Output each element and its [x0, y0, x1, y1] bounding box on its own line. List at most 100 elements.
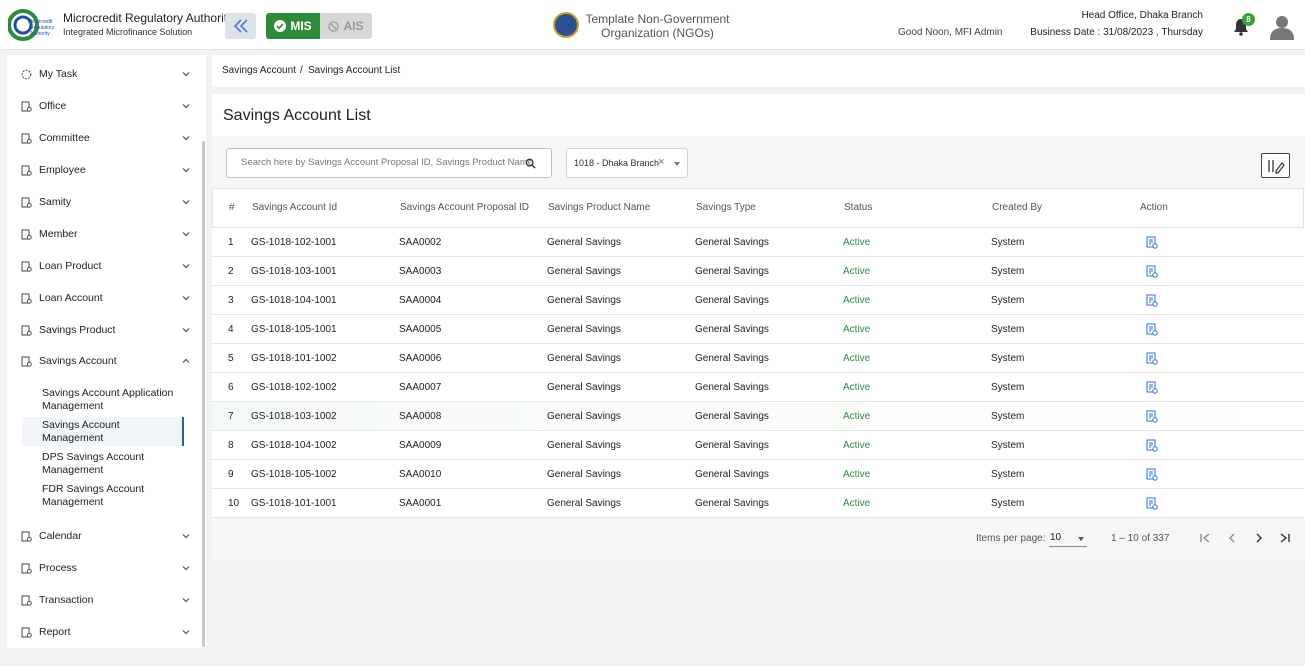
breadcrumb-parent[interactable]: Savings Account: [222, 65, 296, 76]
sidebar-item-report[interactable]: Report: [21, 622, 191, 642]
first-page-button[interactable]: [1197, 530, 1213, 546]
sidebar-item-office[interactable]: Office: [21, 96, 191, 116]
brand-subtitle: Integrated Microfinance Solution: [63, 27, 193, 37]
cell-savings-type: General Savings: [695, 469, 769, 480]
column-header-status[interactable]: Status: [844, 202, 872, 213]
table-row[interactable]: 5 GS-1018-101-1002 SAA0006 General Savings G…: [212, 344, 1304, 373]
table-row[interactable]: 8 GS-1018-104-1002 SAA0009 General Savings G…: [212, 431, 1304, 460]
column-settings-button[interactable]: [1261, 153, 1290, 178]
chevron-down-icon: [182, 136, 190, 141]
mis-toggle-button[interactable]: MIS: [266, 13, 320, 39]
column-header-savings-type[interactable]: Savings Type: [696, 202, 756, 213]
cell-product-name: General Savings: [547, 382, 621, 393]
sidebar-subitem-2[interactable]: Savings Account Management: [22, 417, 184, 446]
cell-created-by: System: [991, 266, 1025, 277]
items-per-page-value: 10: [1050, 532, 1062, 543]
sidebar-item-my-task[interactable]: My Task: [21, 64, 191, 84]
cell-proposal-id: SAA0009: [399, 440, 442, 451]
table-row[interactable]: 4 GS-1018-105-1001 SAA0005 General Savings G…: [212, 315, 1304, 344]
sidebar-subitem-1[interactable]: Savings Account Application Management: [22, 385, 184, 414]
branch-filter-select[interactable]: 1018 - Dhaka Branch ×: [566, 148, 688, 178]
previous-page-button[interactable]: [1224, 530, 1240, 546]
sidebar-item-savings-product[interactable]: Savings Product: [21, 320, 191, 340]
ais-toggle-button[interactable]: AIS: [320, 13, 372, 39]
sidebar-item-process[interactable]: Process: [21, 558, 191, 578]
collapse-sidebar-button[interactable]: [225, 13, 256, 39]
view-details-icon[interactable]: [1146, 352, 1158, 365]
sidebar-item-loan-account[interactable]: Loan Account: [21, 288, 191, 308]
column-header-created-by[interactable]: Created By: [992, 202, 1042, 213]
chevron-down-icon: [182, 104, 190, 109]
committee-icon: [21, 133, 32, 144]
sidebar-subitem-3[interactable]: DPS Savings Account Management: [22, 449, 184, 478]
sidebar-item-samity[interactable]: Samity: [21, 192, 191, 212]
cell-proposal-id: SAA0006: [399, 353, 442, 364]
view-details-icon[interactable]: [1146, 265, 1158, 278]
cell-product-name: General Savings: [547, 237, 621, 248]
table-row[interactable]: 1 GS-1018-102-1001 SAA0002 General Savings G…: [212, 228, 1304, 257]
view-details-icon[interactable]: [1146, 236, 1158, 249]
last-page-button[interactable]: [1277, 530, 1293, 546]
cell-row-index: 2: [228, 266, 234, 277]
column-header-proposal-id[interactable]: Savings Account Proposal ID: [400, 202, 529, 213]
cell-product-name: General Savings: [547, 469, 621, 480]
column-header-account-id[interactable]: Savings Account Id: [252, 202, 337, 213]
table-row[interactable]: 3 GS-1018-104-1001 SAA0004 General Savings G…: [212, 286, 1304, 315]
column-header-product-name[interactable]: Savings Product Name: [548, 202, 650, 213]
cell-savings-account-id: GS-1018-105-1002: [251, 469, 337, 480]
sidebar-item-member[interactable]: Member: [21, 224, 191, 244]
ban-icon: [328, 20, 340, 32]
view-details-icon[interactable]: [1146, 381, 1158, 394]
items-per-page-label: Items per page:: [976, 533, 1046, 544]
table-row[interactable]: 7 GS-1018-103-1002 SAA0008 General Savings G…: [212, 402, 1304, 431]
search-field[interactable]: [226, 148, 552, 178]
view-details-icon[interactable]: [1146, 323, 1158, 336]
chevron-down-icon: [182, 598, 190, 603]
items-per-page-select[interactable]: 10: [1049, 529, 1087, 547]
sidebar-item-savings-account[interactable]: Savings Account: [21, 351, 191, 371]
search-icon[interactable]: [525, 158, 536, 169]
view-details-icon[interactable]: [1146, 497, 1158, 510]
search-input[interactable]: [241, 157, 531, 168]
view-details-icon[interactable]: [1146, 294, 1158, 307]
table-row[interactable]: 10 GS-1018-101-1001 SAA0001 General Savings…: [212, 489, 1304, 518]
chevron-down-icon: [1078, 537, 1084, 541]
view-details-icon[interactable]: [1146, 439, 1158, 452]
breadcrumb-separator: /: [300, 65, 303, 76]
sidebar-item-label: Office: [39, 100, 67, 112]
cell-proposal-id: SAA0007: [399, 382, 442, 393]
loan-account-icon: [21, 293, 32, 304]
table-row[interactable]: 6 GS-1018-102-1002 SAA0007 General Savings G…: [212, 373, 1304, 402]
cell-proposal-id: SAA0001: [399, 498, 442, 509]
chevron-down-icon: [182, 168, 190, 173]
cell-savings-account-id: GS-1018-102-1002: [251, 382, 337, 393]
mra-logo-icon[interactable]: Microcredit Regulatory Authority: [8, 7, 58, 43]
sidebar-subitem-4[interactable]: FDR Savings Account Management: [22, 481, 184, 510]
task-icon: [21, 69, 32, 79]
chevron-down-icon: [182, 630, 190, 635]
chevron-down-icon: [182, 72, 190, 77]
next-page-button[interactable]: [1251, 530, 1267, 546]
cell-proposal-id: SAA0010: [399, 469, 442, 480]
cell-product-name: General Savings: [547, 498, 621, 509]
sidebar-scrollbar[interactable]: [202, 141, 205, 647]
sidebar-item-calendar[interactable]: Calendar: [21, 526, 191, 546]
clear-branch-icon[interactable]: ×: [658, 156, 664, 168]
sidebar-item-loan-product[interactable]: Loan Product: [21, 256, 191, 276]
sidebar-item-committee[interactable]: Committee: [21, 128, 191, 148]
table-row[interactable]: 9 GS-1018-105-1002 SAA0010 General Savings G…: [212, 460, 1304, 489]
user-avatar-icon[interactable]: [1269, 14, 1295, 40]
notification-count-badge: 8: [1242, 13, 1255, 26]
cell-status: Active: [843, 382, 871, 393]
view-details-icon[interactable]: [1146, 410, 1158, 423]
cell-row-index: 5: [228, 353, 234, 364]
cell-created-by: System: [991, 411, 1025, 422]
sidebar-item-employee[interactable]: Employee: [21, 160, 191, 180]
view-details-icon[interactable]: [1146, 468, 1158, 481]
chevron-down-icon[interactable]: [674, 162, 680, 166]
cell-product-name: General Savings: [547, 353, 621, 364]
sidebar-item-transaction[interactable]: Transaction: [21, 590, 191, 610]
table-row[interactable]: 2 GS-1018-103-1001 SAA0003 General Savings G…: [212, 257, 1304, 286]
check-circle-icon: [274, 20, 287, 32]
cell-row-index: 4: [228, 324, 234, 335]
